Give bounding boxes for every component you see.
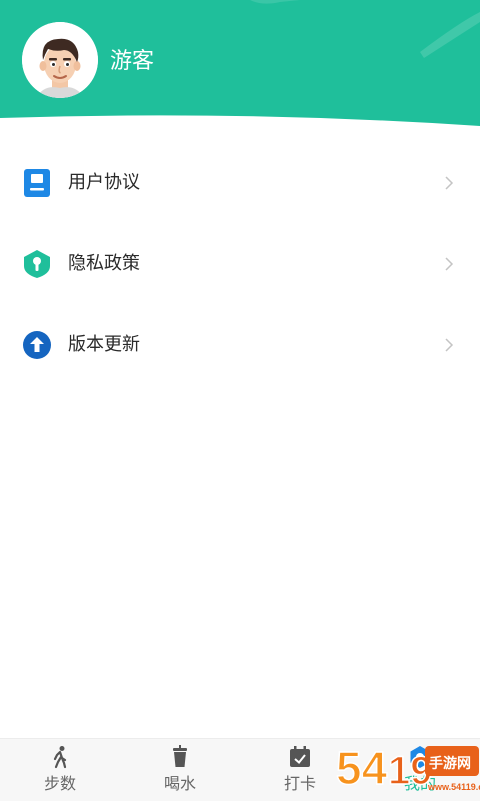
- chevron-right-icon: [445, 257, 454, 271]
- menu-item-user-agreement[interactable]: 用户协议: [0, 142, 480, 223]
- tab-steps[interactable]: 步数: [0, 739, 120, 801]
- cup-icon: [173, 745, 187, 767]
- menu-item-label: 版本更新: [68, 334, 140, 354]
- chevron-right-icon: [445, 338, 454, 352]
- walking-icon: [53, 746, 67, 769]
- tab-label: 步数: [43, 776, 76, 793]
- menu-item-privacy-policy[interactable]: 隐私政策: [0, 223, 480, 304]
- settings-menu: 用户协议 隐私政策 版本更新: [0, 142, 480, 385]
- menu-item-label: 隐私政策: [68, 253, 140, 273]
- svg-text:54: 54: [336, 742, 388, 794]
- calendar-check-icon: [290, 746, 310, 767]
- arrow-up-circle-icon: [23, 331, 51, 359]
- user-avatar-icon: [22, 22, 98, 98]
- username: 游客: [110, 48, 155, 73]
- menu-item-version-update[interactable]: 版本更新: [0, 304, 480, 385]
- avatar[interactable]: [22, 22, 98, 98]
- tab-water[interactable]: 喝水: [120, 739, 240, 801]
- document-icon: [24, 169, 50, 197]
- tab-label: 喝水: [163, 776, 196, 793]
- profile-header: 游客: [0, 0, 480, 130]
- shield-keyhole-icon: [24, 250, 50, 278]
- site-watermark-logo: 54 19 手游网 www.54119.cn: [335, 741, 480, 795]
- menu-item-label: 用户协议: [68, 172, 140, 192]
- svg-text:手游网: 手游网: [429, 755, 471, 772]
- svg-text:www.54119.cn: www.54119.cn: [427, 782, 480, 792]
- chevron-right-icon: [445, 176, 454, 190]
